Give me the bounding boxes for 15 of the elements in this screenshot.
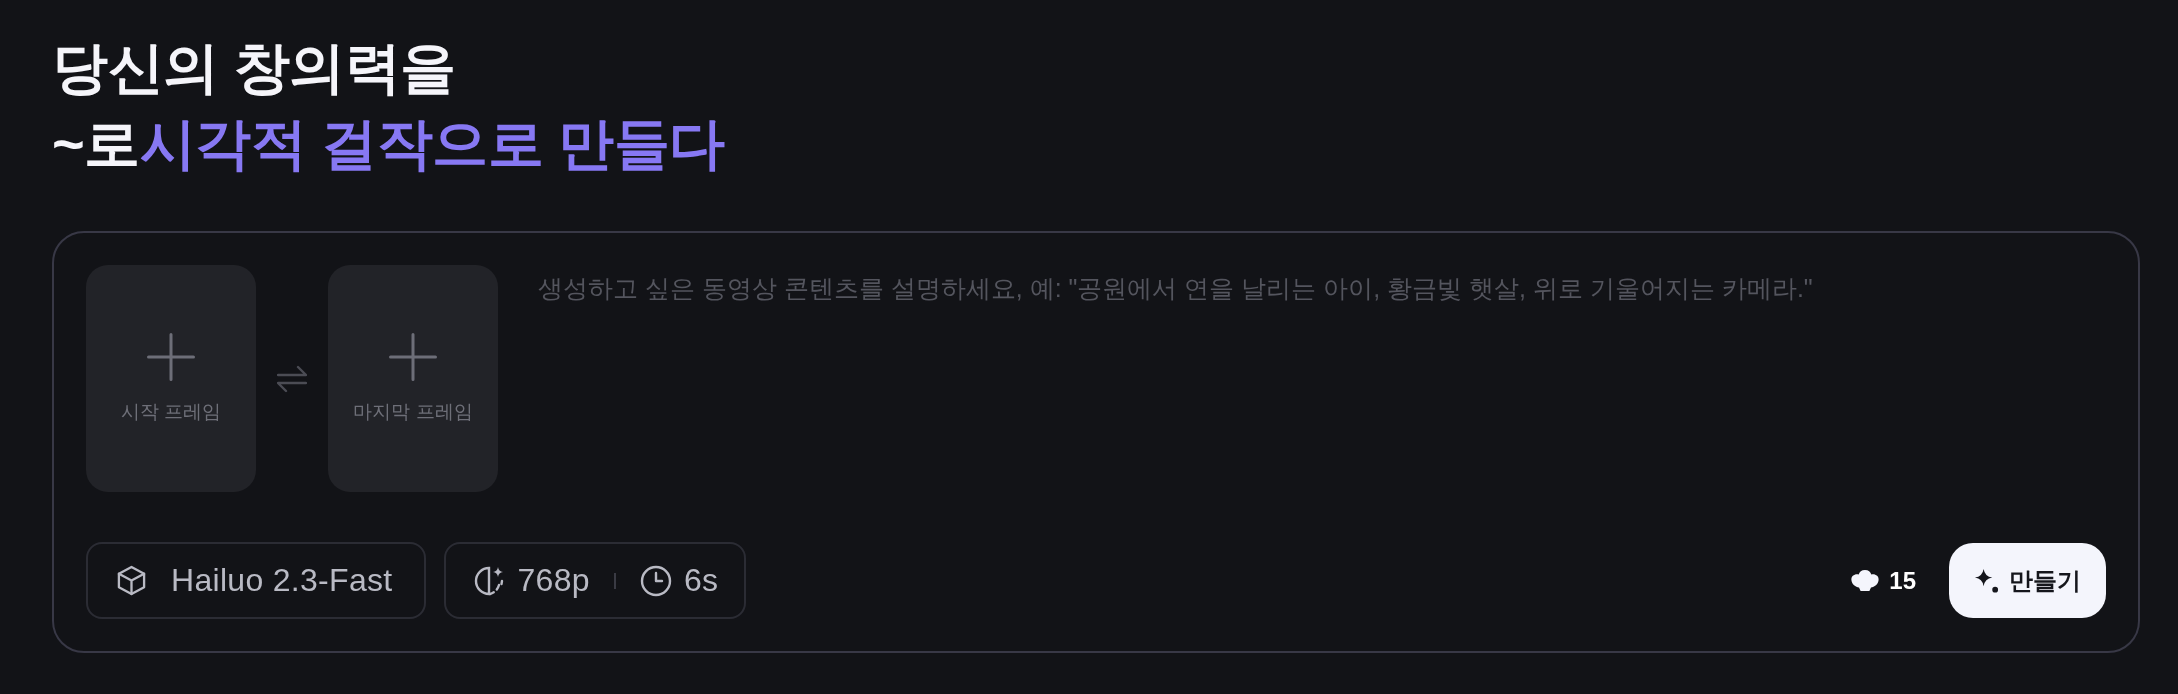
model-selector[interactable]: Hailuo 2.3-Fast	[86, 542, 427, 619]
create-button[interactable]: 만들기	[1949, 543, 2106, 618]
credit-count: 15	[1889, 566, 1916, 595]
video-settings-button[interactable]: 768p 6s	[444, 542, 747, 619]
sparkle-icon	[1974, 568, 1999, 593]
prompt-composer[interactable]: 시작 프레임 마지막 프레임 생성하고 싶은 동영상 콘텐츠를 설명하세요, 예: "공원에서 연을 날리는 아이, 황금빛 햇살, 위로 기울어지는 카메라." Hailuo 2.3-Fast 768p 6s 15 만들기	[52, 231, 2140, 653]
cube-icon	[116, 565, 147, 596]
shell-icon	[1851, 570, 1880, 591]
plus-icon	[389, 332, 437, 381]
plus-icon	[147, 332, 195, 381]
resolution-icon	[473, 564, 506, 597]
page-heading: 당신의 창의력을 ~로시각적 걸작으로 만들다	[52, 35, 726, 177]
swap-icon[interactable]	[277, 364, 307, 393]
prompt-field[interactable]: 생성하고 싶은 동영상 콘텐츠를 설명하세요, 예: "공원에서 연을 날리는 아이, 황금빛 햇살, 위로 기울어지는 카메라."	[538, 265, 2106, 492]
clock-icon	[639, 564, 672, 597]
